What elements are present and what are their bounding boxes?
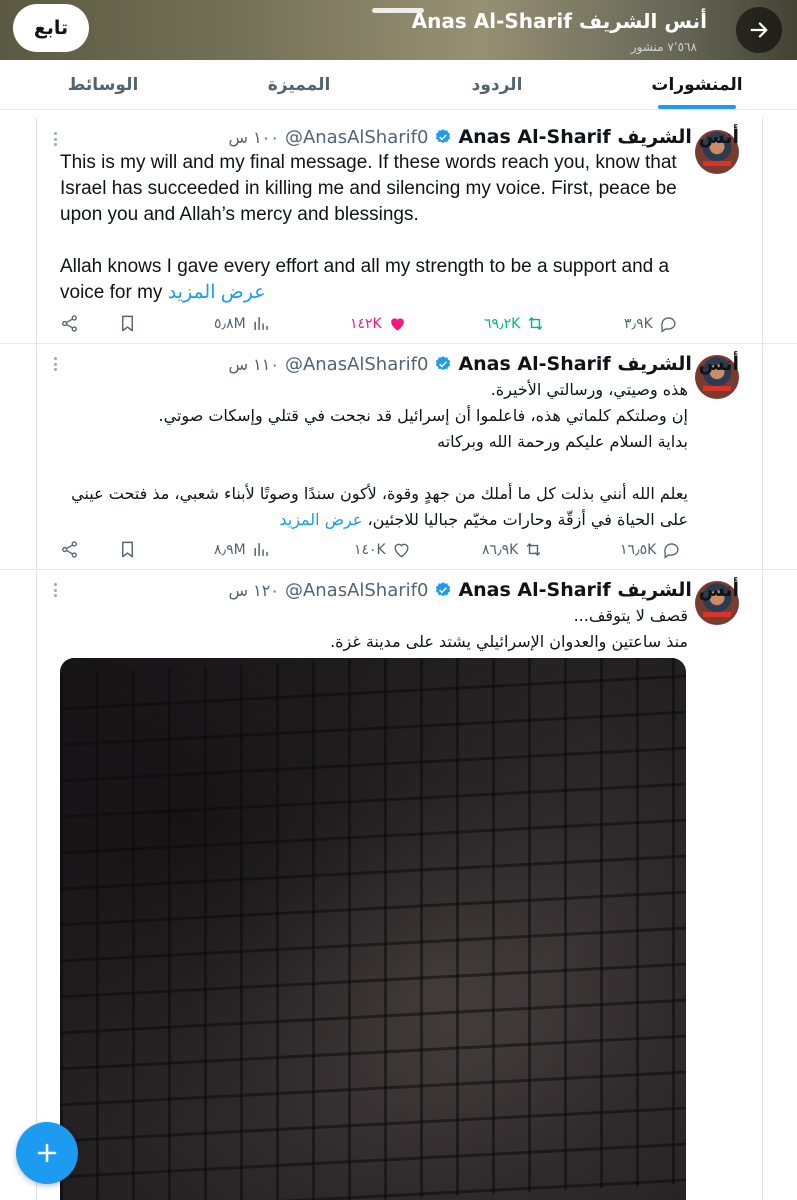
posts-count: ٧٬٥٦٨ منشور	[630, 40, 697, 54]
post-body: This is my will and my final message. If…	[60, 152, 677, 303]
post-media-image[interactable]	[60, 658, 686, 1200]
post-body: هذه وصيتي، ورسالتي الأخيرة. إن وصلتكم كل…	[71, 380, 688, 529]
author-name[interactable]: أنس الشريف Anas Al-Sharif	[458, 579, 739, 601]
divider	[762, 118, 763, 343]
bookmark-icon	[122, 315, 133, 332]
heart-icon	[394, 543, 409, 558]
profile-name: أنس الشريف Anas Al-Sharif	[411, 9, 707, 33]
likes-count: ١٤٠K	[354, 541, 386, 558]
tab-replies[interactable]: الردود	[420, 60, 574, 110]
post-text: هذه وصيتي، ورسالتي الأخيرة. إن وصلتكم كل…	[60, 377, 688, 533]
author-handle[interactable]: @AnasAlSharif0	[285, 354, 429, 375]
post[interactable]: أنس الشريف Anas Al-Sharif @AnasAlSharif0…	[0, 345, 797, 570]
tab-posts[interactable]: المنشورات	[620, 60, 774, 110]
post-text: قصف لا يتوقف... منذ ساعتين والعدوان الإس…	[60, 603, 688, 655]
post[interactable]: أنس الشريف Anas Al-Sharif @AnasAlSharif0…	[0, 118, 797, 344]
back-button[interactable]	[736, 7, 782, 53]
profile-tabs: المنشورات الردود المميزة الوسائط	[0, 60, 797, 110]
reply-icon	[660, 317, 676, 333]
views-button[interactable]: ٨٫٩M	[214, 540, 271, 559]
share-icon	[62, 315, 77, 332]
more-options-icon[interactable]	[48, 583, 62, 597]
repost-button[interactable]: ٨٦٫٩K	[482, 540, 543, 559]
divider	[762, 571, 763, 1200]
replies-count: ٣٫٩K	[624, 315, 653, 332]
more-options-icon[interactable]	[48, 357, 62, 371]
divider	[36, 571, 37, 1200]
like-button[interactable]: ١٤٠K	[354, 540, 411, 559]
profile-header: تابع ٧٬٥٦٨ منشور أنس الشريف Anas Al-Shar…	[0, 0, 797, 60]
author-name[interactable]: أنس الشريف Anas Al-Sharif	[458, 353, 739, 375]
author-handle[interactable]: @AnasAlSharif0	[285, 127, 429, 148]
post-text: This is my will and my final message. If…	[60, 150, 690, 306]
show-more-link[interactable]: عرض المزيد	[279, 510, 362, 529]
post-time[interactable]: ١١٠ س	[229, 355, 279, 374]
follow-button[interactable]: تابع	[13, 4, 89, 52]
post-time[interactable]: ١٢٠ س	[229, 581, 279, 600]
repost-icon	[528, 316, 543, 331]
verified-badge-icon	[436, 582, 451, 597]
divider	[762, 345, 763, 569]
views-count: ٥٫٨M	[214, 315, 246, 332]
views-icon	[254, 543, 268, 556]
likes-count: ١٤٢K	[350, 315, 382, 332]
verified-badge-icon	[436, 129, 451, 144]
bookmark-icon	[122, 541, 133, 558]
arrow-right-icon	[750, 22, 768, 38]
post-actions: ٥٫٨M ١٤٢K ٦٩٫٢K ٣٫٩K	[60, 314, 690, 338]
author-name[interactable]: أنس الشريف Anas Al-Sharif	[458, 126, 739, 148]
post-body: قصف لا يتوقف... منذ ساعتين والعدوان الإس…	[330, 606, 688, 651]
reply-icon	[664, 543, 679, 559]
post-meta: أنس الشريف Anas Al-Sharif @AnasAlSharif0…	[229, 353, 739, 375]
tab-highlights[interactable]: المميزة	[222, 60, 376, 110]
divider	[36, 345, 37, 569]
like-button[interactable]: ١٤٢K	[350, 314, 407, 333]
share-icon	[62, 541, 77, 558]
replies-count: ١٦٫٥K	[620, 541, 657, 558]
bookmark-button[interactable]	[118, 314, 137, 333]
share-button[interactable]	[60, 540, 79, 559]
reposts-count: ٦٩٫٢K	[484, 315, 521, 332]
plus-icon	[37, 1143, 57, 1163]
tab-media[interactable]: الوسائط	[26, 60, 180, 110]
heart-filled-icon	[390, 318, 404, 331]
repost-button[interactable]: ٦٩٫٢K	[484, 314, 545, 333]
post-meta: أنس الشريف Anas Al-Sharif @AnasAlSharif0…	[229, 126, 739, 148]
views-count: ٨٫٩M	[214, 541, 246, 558]
fence-grid	[60, 658, 686, 1200]
reply-button[interactable]: ٣٫٩K	[624, 314, 678, 333]
share-button[interactable]	[60, 314, 79, 333]
reply-button[interactable]: ١٦٫٥K	[620, 540, 681, 559]
bookmark-button[interactable]	[118, 540, 137, 559]
compose-button[interactable]	[16, 1122, 78, 1184]
post-time[interactable]: ١٠٠ س	[229, 128, 279, 147]
author-handle[interactable]: @AnasAlSharif0	[285, 580, 429, 601]
divider	[36, 118, 37, 343]
views-button[interactable]: ٥٫٨M	[214, 314, 271, 333]
post-actions: ٨٫٩M ١٤٠K ٨٦٫٩K ١٦٫٥K	[60, 540, 690, 564]
reposts-count: ٨٦٫٩K	[482, 541, 519, 558]
post-meta: أنس الشريف Anas Al-Sharif @AnasAlSharif0…	[229, 579, 739, 601]
verified-badge-icon	[436, 356, 451, 371]
tab-active-indicator	[658, 105, 736, 109]
more-options-icon[interactable]	[48, 132, 62, 146]
views-icon	[254, 317, 268, 330]
show-more-link[interactable]: عرض المزيد	[168, 282, 266, 303]
repost-icon	[526, 542, 541, 557]
